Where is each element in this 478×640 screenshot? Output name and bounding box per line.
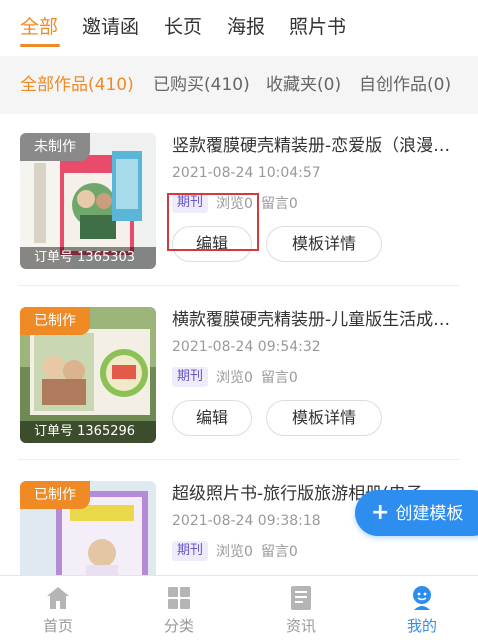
grid-icon — [168, 587, 190, 609]
work-meta: 期刊 浏览0 留言0 — [172, 367, 298, 387]
work-date: 2021-08-24 09:38:18 — [172, 513, 321, 529]
status-badge: 已制作 — [20, 307, 90, 335]
work-thumbnail[interactable]: 已制作 订单号 1365296 — [20, 307, 156, 443]
news-icon — [291, 586, 311, 610]
filter-bar: 全部作品(410) 已购买(410) 收藏夹(0) 自创作品(0) — [0, 56, 478, 114]
nav-item-mine[interactable]: 我的 — [377, 576, 467, 640]
user-icon — [413, 586, 431, 610]
plus-icon: + — [371, 500, 390, 525]
nav-label: 资讯 — [285, 617, 316, 635]
status-badge: 已制作 — [20, 481, 90, 509]
view-count: 浏览0 — [216, 544, 253, 560]
nav-item-category[interactable]: 分类 — [134, 576, 224, 640]
order-number: 订单号 1365296 — [20, 421, 156, 443]
order-number: 订单号 1365303 — [20, 247, 156, 269]
divider — [18, 459, 460, 460]
nav-item-news[interactable]: 资讯 — [256, 576, 346, 640]
tab-poster[interactable]: 海报 — [227, 12, 265, 42]
create-template-label: 创建模板 — [395, 504, 464, 524]
home-icon — [47, 587, 69, 609]
filter-all-works[interactable]: 全部作品(410) — [20, 73, 134, 97]
top-tab-bar: 全部 邀请函 长页 海报 照片书 — [0, 0, 478, 56]
comment-count: 留言0 — [260, 370, 298, 386]
work-date: 2021-08-24 10:04:57 — [172, 165, 321, 181]
nav-label: 首页 — [42, 617, 73, 635]
work-thumbnail[interactable]: 未制作 订单号 1365303 — [20, 133, 156, 269]
status-badge: 未制作 — [20, 133, 90, 161]
nav-item-home[interactable]: 首页 — [13, 576, 103, 640]
bottom-nav: 首页 分类 资讯 我的 — [0, 575, 478, 640]
view-count: 浏览0 — [216, 370, 253, 386]
nav-label: 我的 — [406, 617, 437, 635]
filter-favorites[interactable]: 收藏夹(0) — [266, 73, 341, 97]
work-meta: 期刊 浏览0 留言0 — [172, 541, 298, 561]
tab-photo-book[interactable]: 照片书 — [289, 12, 346, 42]
template-detail-button[interactable]: 模板详情 — [266, 400, 382, 436]
filter-purchased[interactable]: 已购买(410) — [153, 73, 250, 97]
edit-button[interactable]: 编辑 — [172, 400, 252, 436]
tab-all[interactable]: 全部 — [20, 12, 58, 42]
template-detail-button[interactable]: 模板详情 — [266, 226, 382, 262]
nav-label: 分类 — [163, 617, 194, 635]
work-title[interactable]: 竖款覆膜硬壳精装册-恋爱版（浪漫爱恋） — [172, 134, 456, 158]
tab-invitation[interactable]: 邀请函 — [82, 12, 139, 42]
filter-self-created[interactable]: 自创作品(0) — [359, 73, 451, 97]
work-date: 2021-08-24 09:54:32 — [172, 339, 321, 355]
active-tab-indicator — [20, 44, 60, 47]
comment-count: 留言0 — [260, 196, 298, 212]
divider — [18, 285, 460, 286]
create-template-button[interactable]: + 创建模板 — [355, 490, 478, 536]
work-card[interactable]: 已制作 订单号 1365296 横款覆膜硬壳精装册-儿童版生活成长记 2021-… — [0, 288, 478, 460]
edit-button-highlight — [167, 193, 259, 251]
category-badge: 期刊 — [172, 541, 209, 561]
work-title[interactable]: 横款覆膜硬壳精装册-儿童版生活成长记 — [172, 308, 456, 332]
category-badge: 期刊 — [172, 367, 209, 387]
tab-long-page[interactable]: 长页 — [164, 12, 202, 42]
comment-count: 留言0 — [260, 544, 298, 560]
